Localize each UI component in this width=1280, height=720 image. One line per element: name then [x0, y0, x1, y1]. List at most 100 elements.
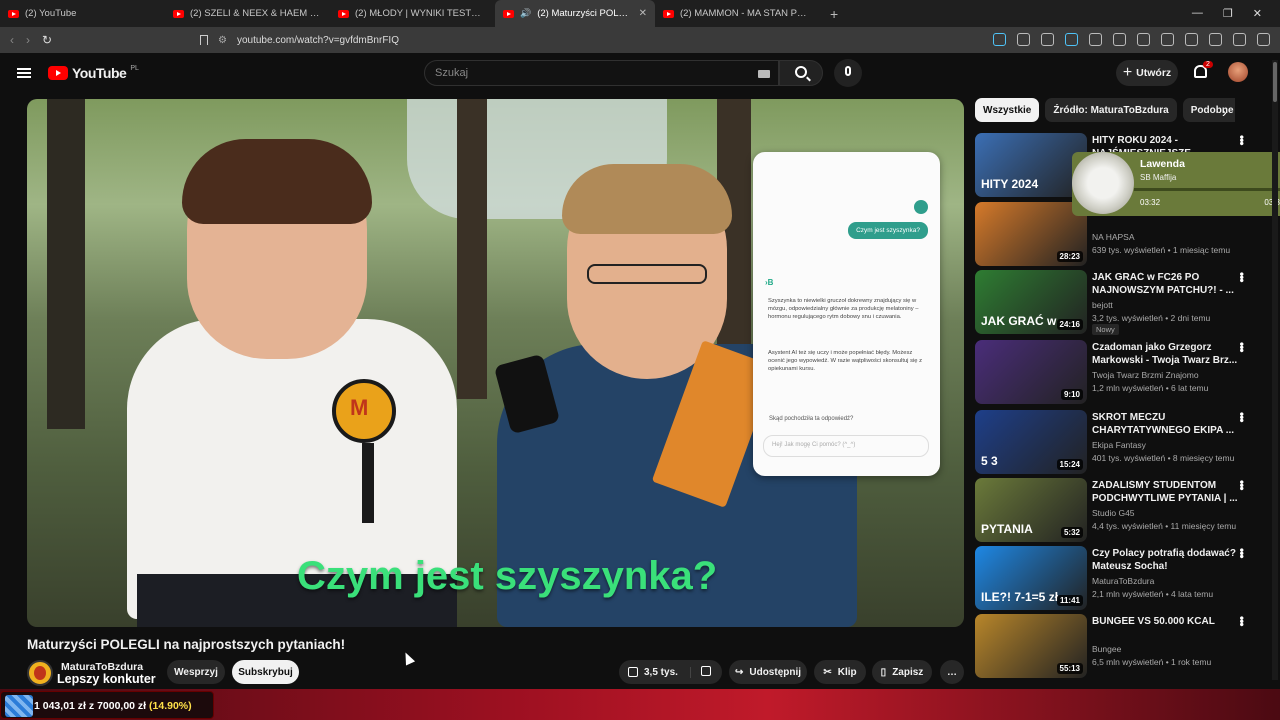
video-thumbnail[interactable]: 5 3 15:24: [975, 410, 1087, 474]
browser-tab[interactable]: (2) MŁODY | WYNIKI TESTU DNA - ST: [330, 0, 495, 27]
donation-icon: [5, 695, 33, 717]
filter-chips: Wszystkie Źródło: MaturaToBzdura Podobne: [975, 98, 1235, 122]
extension-icon[interactable]: [993, 33, 1006, 46]
thumbnail-text: ILE?! 7-1=5 zł: [981, 590, 1059, 604]
new-tab-button[interactable]: +: [820, 6, 848, 22]
more-options-icon[interactable]: •••: [1235, 342, 1249, 352]
search-button[interactable]: [779, 60, 823, 86]
page-scrollbar[interactable]: [1272, 60, 1278, 680]
extension-icon[interactable]: [1113, 33, 1126, 46]
related-video-title[interactable]: BUNGEE VS 50.000 KCAL: [1092, 616, 1242, 629]
more-options-icon[interactable]: •••: [1235, 480, 1249, 490]
keyboard-icon[interactable]: [758, 70, 770, 78]
related-video-item[interactable]: 5 3 15:24 SKRÓT MECZU CHARYTATYWNEGO EKIPA…: [975, 410, 1267, 474]
related-video-item[interactable]: 9:10 Czadoman jako Grzegorz Markowski - T…: [975, 340, 1267, 404]
menu-icon[interactable]: [1257, 33, 1270, 46]
wallet-icon[interactable]: [1185, 33, 1198, 46]
related-video-channel[interactable]: NA HAPSA: [1092, 232, 1135, 242]
related-video-channel[interactable]: MaturaToBzdura: [1092, 576, 1154, 586]
related-video-channel[interactable]: Ekipa Fantasy: [1092, 440, 1146, 450]
extension-icon[interactable]: [1041, 33, 1054, 46]
window-controls: — ❐ ✕: [1192, 7, 1280, 20]
bookmark-icon[interactable]: [200, 35, 208, 45]
voice-search-button[interactable]: [834, 59, 862, 87]
chip-source[interactable]: Źródło: MaturaToBzdura: [1045, 98, 1177, 122]
chevron-right-icon[interactable]: ›: [1222, 104, 1227, 120]
music-miniplayer[interactable]: Lawenda SB Maffija 03:32 03:3: [1072, 152, 1280, 216]
leo-icon[interactable]: [1209, 33, 1222, 46]
browser-tab[interactable]: (2) MAMMON - MA STAN PRZED ZAV: [655, 0, 820, 27]
address-bar[interactable]: ⚙ youtube.com/watch?v=gvfdmBnrFIQ: [200, 31, 940, 49]
extension-icon[interactable]: [1017, 33, 1030, 46]
related-video-channel[interactable]: Twoja Twarz Brzmi Znajomo: [1092, 370, 1199, 380]
related-video-title[interactable]: ZADALIŚMY STUDENTOM PODCHWYTLIWE PYTANIA…: [1092, 480, 1242, 505]
video-thumbnail[interactable]: JAK GRAĆ w 24:16: [975, 270, 1087, 334]
related-video-title[interactable]: SKRÓT MECZU CHARYTATYWNEGO EKIPA ...: [1092, 412, 1242, 437]
related-video-channel[interactable]: Bungee: [1092, 644, 1121, 654]
search-input[interactable]: Szukaj: [424, 60, 779, 86]
reload-icon[interactable]: ↻: [42, 33, 52, 47]
channel-avatar[interactable]: [27, 660, 53, 686]
menu-icon[interactable]: [17, 68, 31, 78]
video-thumbnail[interactable]: 28:23: [975, 202, 1087, 266]
account-avatar[interactable]: [1228, 62, 1248, 82]
chip-all[interactable]: Wszystkie: [975, 98, 1040, 122]
site-settings-icon[interactable]: ⚙: [218, 35, 227, 46]
related-video-item[interactable]: 55:13 BUNGEE VS 50.000 KCAL Bungee 6,5 mln …: [975, 614, 1267, 678]
more-actions-button[interactable]: …: [940, 660, 964, 684]
related-video-title[interactable]: JAK GRAĆ w FC26 PO NAJNOWSZYM PATCHU?! -…: [1092, 272, 1242, 297]
maximize-icon[interactable]: ❐: [1223, 7, 1233, 20]
video-thumbnail[interactable]: ILE?! 7-1=5 zł 11:41: [975, 546, 1087, 610]
related-video-item[interactable]: JAK GRAĆ w 24:16 JAK GRAĆ w FC26 PO NAJNOW…: [975, 270, 1267, 335]
more-options-icon[interactable]: •••: [1235, 272, 1249, 282]
dislike-button[interactable]: [691, 665, 711, 679]
video-duration: 28:23: [1056, 251, 1083, 262]
minimize-icon[interactable]: —: [1192, 7, 1203, 20]
browser-toolbar: ‹ › ↻ ⚙ youtube.com/watch?v=gvfdmBnrFIQ: [0, 27, 1280, 53]
related-video-title[interactable]: Czadoman jako Grzegorz Markowski - Twoja…: [1092, 342, 1242, 367]
forward-icon[interactable]: ›: [26, 33, 30, 47]
related-video-channel[interactable]: Studio G45: [1092, 508, 1135, 518]
related-video-meta: 1,2 mln wyświetleń • 6 lat temu: [1092, 383, 1209, 393]
browser-tab[interactable]: (2) SZELI & NEEX & HAEM ZASKOCZ: [165, 0, 330, 27]
more-options-icon[interactable]: •••: [1235, 135, 1249, 145]
chat-input: Hej! Jak mogę Ci pomóc? (^_^): [763, 435, 929, 457]
more-options-icon[interactable]: •••: [1235, 548, 1249, 558]
related-video-channel[interactable]: bejott: [1092, 300, 1113, 310]
create-button[interactable]: + Utwórz: [1116, 60, 1178, 86]
video-thumbnail[interactable]: PYTANIA 5:32: [975, 478, 1087, 542]
close-tab-icon[interactable]: ✕: [639, 8, 647, 19]
related-video-item[interactable]: ILE?! 7-1=5 zł 11:41 Czy Polacy potrafią d…: [975, 546, 1267, 610]
browser-tab[interactable]: (2) YouTube: [0, 0, 165, 27]
close-window-icon[interactable]: ✕: [1253, 7, 1262, 20]
notifications-icon[interactable]: 2: [1194, 61, 1213, 78]
track-progress[interactable]: [1134, 188, 1280, 191]
more-options-icon[interactable]: •••: [1235, 412, 1249, 422]
video-thumbnail[interactable]: 9:10: [975, 340, 1087, 404]
extension-icon[interactable]: [1089, 33, 1102, 46]
url-text[interactable]: youtube.com/watch?v=gvfdmBnrFIQ: [237, 35, 399, 46]
related-video-title[interactable]: Czy Polacy potrafią dodawać? Mateusz Soc…: [1092, 548, 1242, 573]
sidebar-icon[interactable]: [1161, 33, 1174, 46]
chip-similar[interactable]: Podobne: [1182, 98, 1235, 122]
share-button[interactable]: ↪ Udostępnij: [729, 660, 807, 684]
video-player[interactable]: M Czym jest szyszynka? ›B Szyszynka to n…: [27, 99, 964, 627]
related-video-item[interactable]: PYTANIA 5:32 ZADALIŚMY STUDENTOM PODCHWYTL…: [975, 478, 1267, 542]
video-thumbnail[interactable]: HITY 2024: [975, 133, 1087, 197]
back-icon[interactable]: ‹: [10, 33, 14, 47]
subscribe-button[interactable]: Subskrybuj: [232, 660, 299, 684]
scrollbar-thumb[interactable]: [1273, 62, 1277, 102]
save-button[interactable]: ▯ Zapisz: [872, 660, 932, 684]
browser-tab-active[interactable]: 🔊(2) Maturzyści POLEGLI na naj✕: [495, 0, 655, 27]
vpn-icon[interactable]: [1233, 33, 1246, 46]
video-thumbnail[interactable]: 55:13: [975, 614, 1087, 678]
music-icon[interactable]: [1137, 33, 1150, 46]
youtube-logo[interactable]: YouTube PL: [48, 65, 139, 81]
audio-playing-icon[interactable]: 🔊: [520, 8, 531, 19]
like-button[interactable]: 3,5 tys.: [619, 666, 691, 678]
extension-icon[interactable]: [1065, 33, 1078, 46]
more-options-icon[interactable]: •••: [1235, 616, 1249, 626]
clip-button[interactable]: ✂ Klip: [814, 660, 866, 684]
video-duration: 24:16: [1056, 319, 1083, 330]
support-button[interactable]: Wesprzyj: [167, 660, 225, 684]
